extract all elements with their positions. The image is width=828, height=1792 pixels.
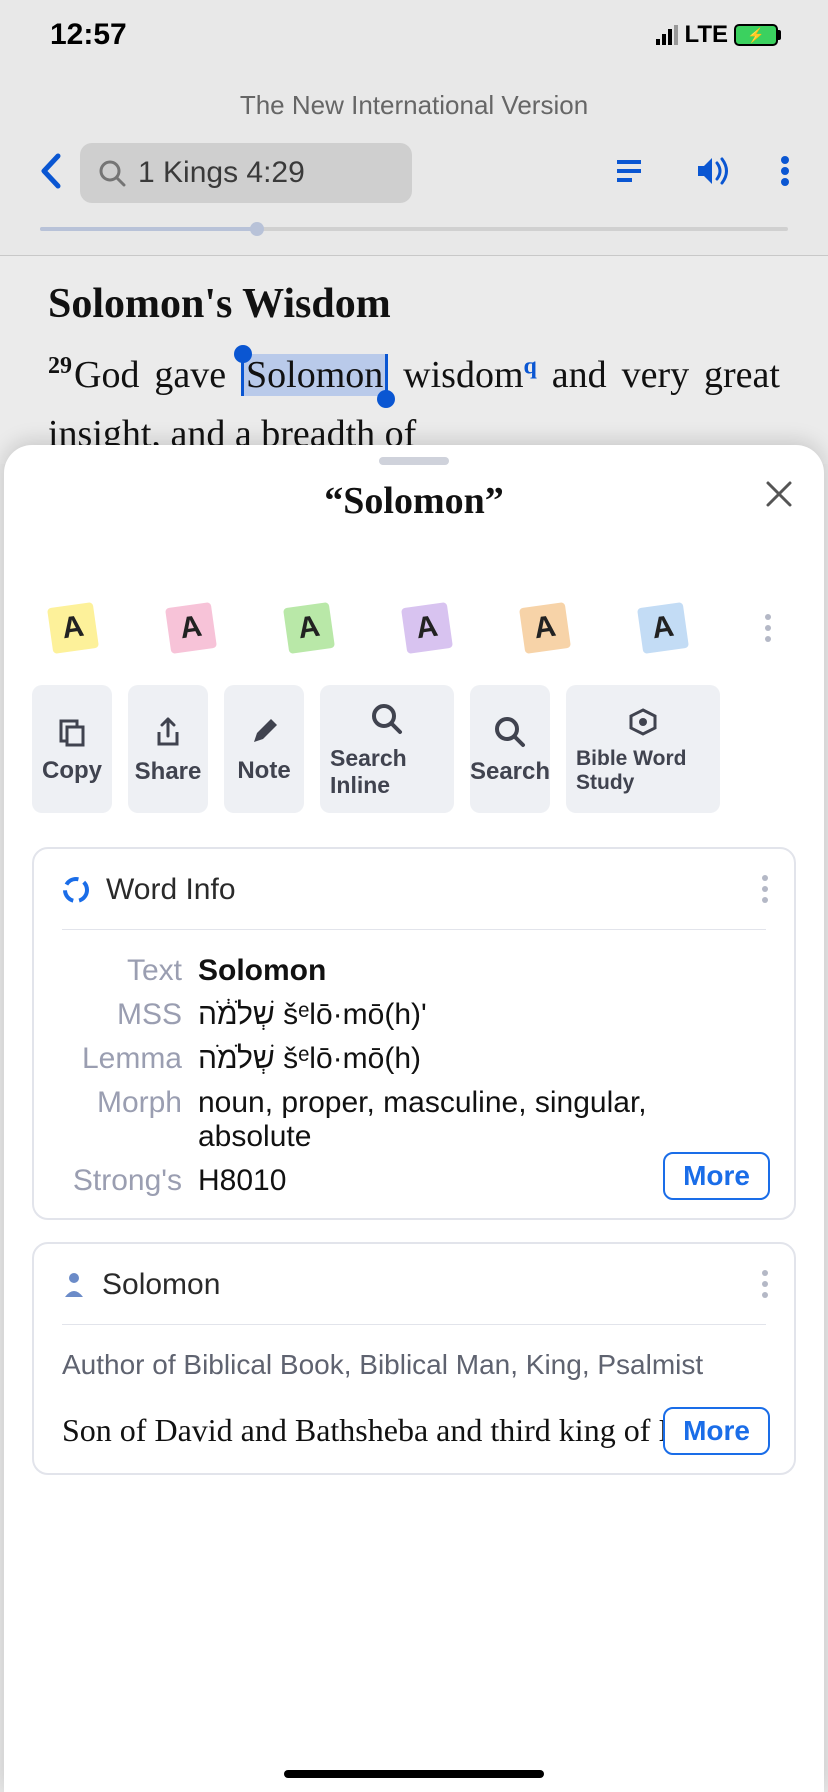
status-right: LTE ⚡ [656, 21, 778, 49]
action-row: Copy Share Note Search Inline Search Bib… [4, 685, 824, 847]
search-inline-button[interactable]: Search Inline [320, 685, 454, 813]
section-heading: Solomon's Wisdom [48, 280, 780, 328]
close-button[interactable] [764, 479, 794, 514]
highlight-orange[interactable]: A [519, 602, 571, 654]
word-info-more-button[interactable]: More [663, 1152, 770, 1200]
selection-sheet: “Solomon” A A A A A A Copy Share Note Se… [4, 445, 824, 1792]
bio-more-button[interactable]: More [663, 1407, 770, 1455]
search-icon [494, 716, 526, 748]
status-bar: 12:57 LTE ⚡ [0, 0, 828, 70]
card-title: Word Info [106, 873, 236, 907]
reference-text: 1 Kings 4:29 [138, 156, 305, 190]
signal-icon [656, 25, 678, 45]
paragraph-view-button[interactable] [614, 156, 644, 191]
share-button[interactable]: Share [128, 685, 208, 813]
reading-progress[interactable] [40, 227, 788, 231]
study-icon [628, 707, 658, 737]
highlight-more-button[interactable] [758, 614, 778, 642]
pencil-icon [249, 717, 279, 747]
share-icon [153, 716, 183, 748]
search-icon [371, 703, 403, 735]
back-button[interactable] [38, 152, 62, 195]
bio-name: Solomon [102, 1268, 220, 1302]
highlight-purple[interactable]: A [401, 602, 453, 654]
network-label: LTE [684, 21, 728, 49]
bio-menu[interactable] [762, 1270, 768, 1298]
word-info-menu[interactable] [762, 875, 768, 903]
word-info-table: Text Solomon MSS שְׁלֹמֹ֔ה šᵉlō·mō(h)ʹ L… [62, 954, 766, 1198]
sheet-title: “Solomon” [4, 479, 824, 523]
sheet-grabber[interactable] [379, 457, 449, 465]
search-icon [98, 159, 126, 187]
copy-button[interactable]: Copy [32, 685, 112, 813]
highlight-pink[interactable]: A [165, 602, 217, 654]
word-info-card: Word Info Text Solomon MSS שְׁלֹמֹ֔ה šᵉl… [32, 847, 796, 1220]
highlight-yellow[interactable]: A [47, 602, 99, 654]
home-indicator[interactable] [284, 1770, 544, 1778]
bible-word-study-button[interactable]: Bible Word Study [566, 685, 720, 813]
verse-number: 29 [48, 353, 72, 379]
reference-search[interactable]: 1 Kings 4:29 [80, 143, 412, 203]
search-button[interactable]: Search [470, 685, 550, 813]
bio-card: Solomon Author of Biblical Book, Biblica… [32, 1242, 796, 1475]
note-button[interactable]: Note [224, 685, 304, 813]
top-toolbar: 1 Kings 4:29 [0, 131, 828, 219]
footnote-marker[interactable]: q [524, 353, 537, 379]
passage-content: Solomon's Wisdom 29God gave Solomon wisd… [0, 256, 828, 464]
audio-button[interactable] [694, 155, 730, 192]
highlight-blue[interactable]: A [637, 602, 689, 654]
highlight-palette: A A A A A A [4, 523, 824, 685]
clock: 12:57 [50, 18, 127, 52]
highlight-green[interactable]: A [283, 602, 335, 654]
person-icon [62, 1271, 86, 1299]
kebab-menu-button[interactable] [780, 155, 790, 192]
bio-roles: Author of Biblical Book, Biblical Man, K… [62, 1349, 766, 1381]
bio-description: Son of David and Bathsheba and third kin… [62, 1407, 766, 1453]
selected-word[interactable]: Solomon [241, 354, 388, 396]
selection-handle-end[interactable] [377, 390, 395, 408]
copy-icon [57, 717, 87, 747]
translation-label: The New International Version [0, 70, 828, 131]
word-info-icon [62, 876, 90, 904]
battery-icon: ⚡ [734, 24, 778, 46]
selection-handle-start[interactable] [234, 345, 252, 363]
